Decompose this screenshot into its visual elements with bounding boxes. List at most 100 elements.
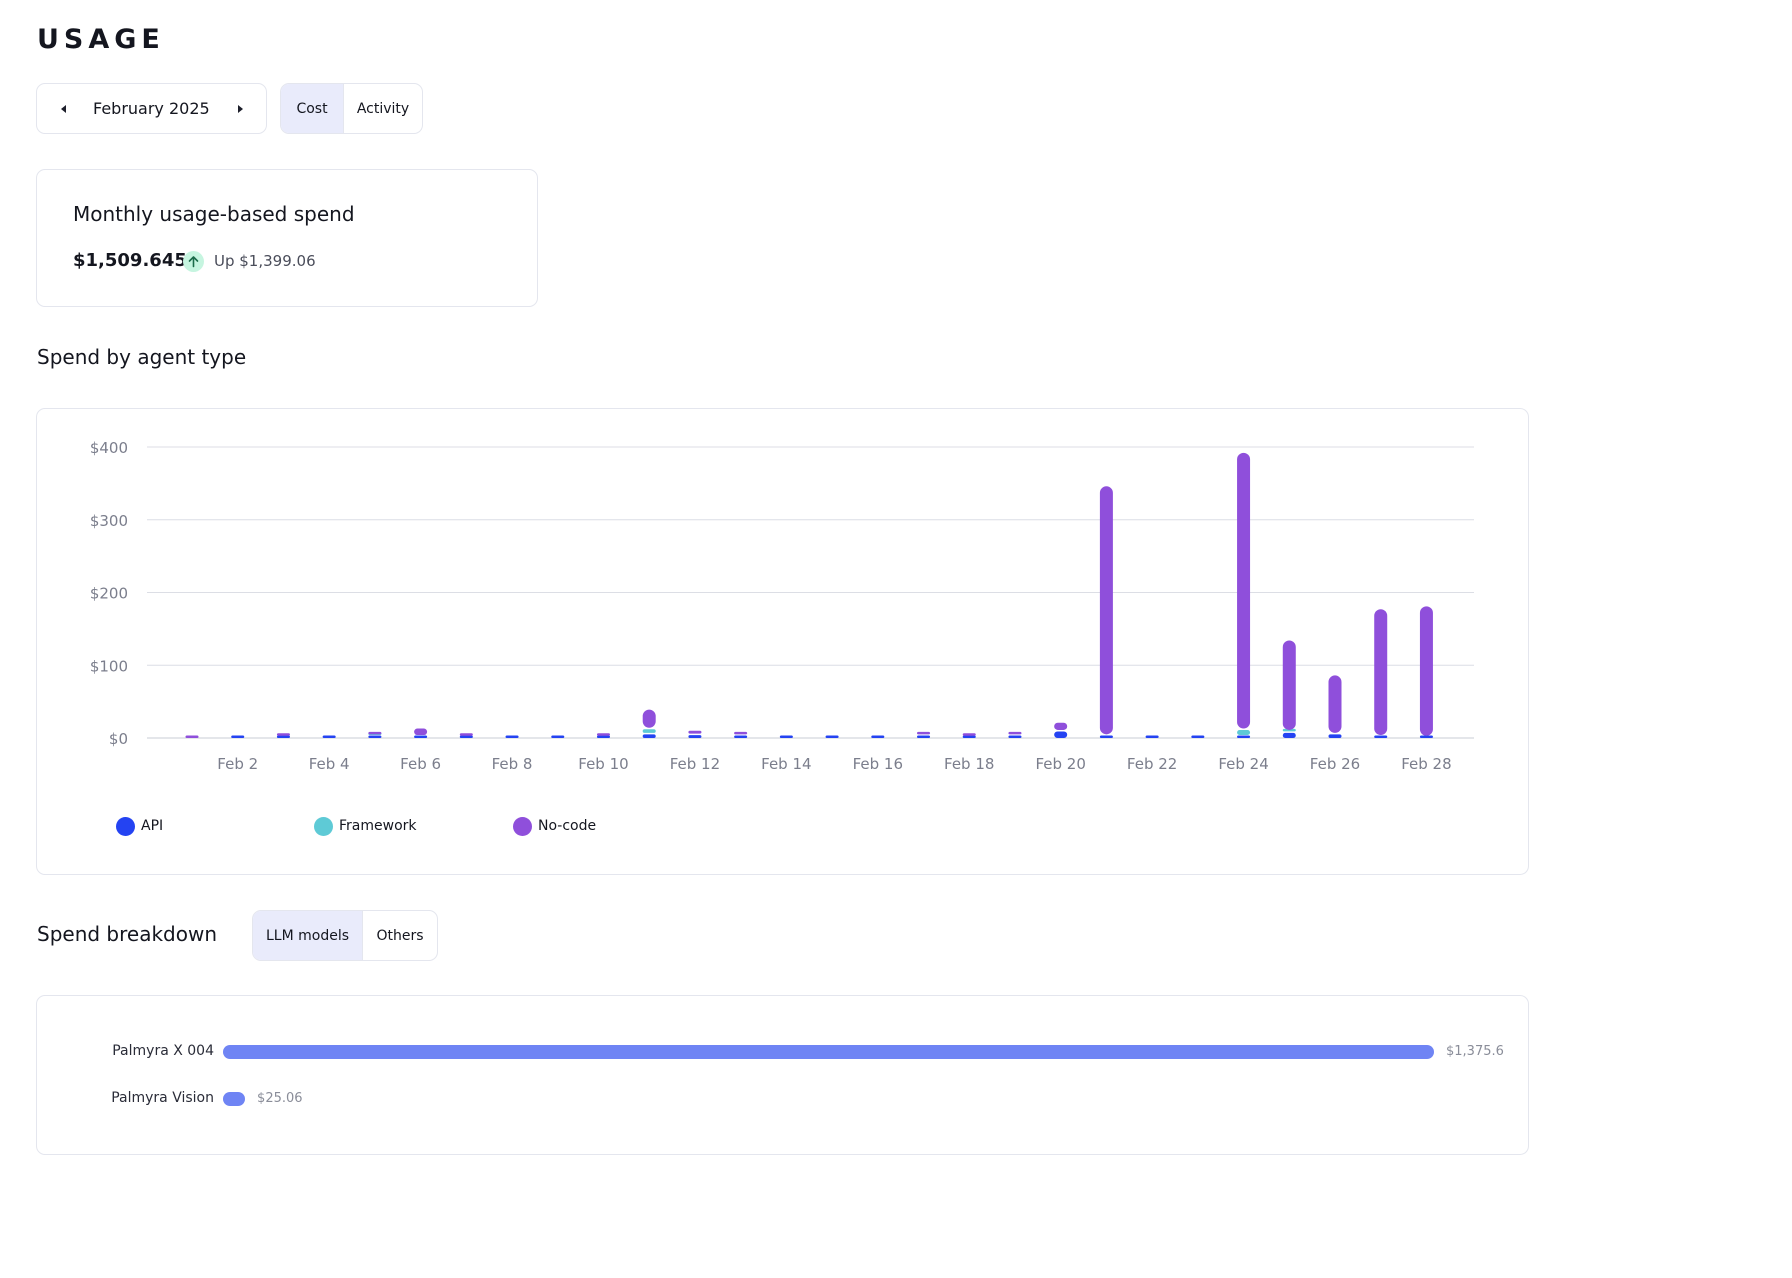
bar-segment — [642, 729, 656, 733]
model-value: $1,375.6 — [1446, 1044, 1504, 1059]
model-bar — [223, 1092, 246, 1106]
bar-segment — [917, 735, 931, 738]
y-tick-label: $400 — [90, 439, 128, 457]
model-value: $25.06 — [257, 1091, 303, 1106]
bar-segment — [1328, 675, 1342, 733]
activity-tab[interactable]: Activity — [343, 84, 422, 133]
bar-segment — [322, 735, 336, 738]
bar-segment — [917, 731, 931, 735]
x-tick-label: Feb 2 — [217, 755, 258, 773]
bar-segment — [642, 709, 656, 728]
spend-by-agent-chart: $0 $100 $200 $300 $400 Feb 2 Feb 4 Feb 6 Feb 8 Fe… — [90, 439, 1474, 773]
bar-segment — [368, 735, 382, 738]
bar-segment — [688, 735, 702, 738]
bar-segment — [1237, 452, 1251, 729]
legend-item-nocode[interactable]: No-code — [513, 816, 596, 836]
model-bar — [223, 1045, 1434, 1059]
bar-segment — [1282, 640, 1296, 730]
cost-tab[interactable]: Cost — [281, 84, 343, 133]
tab-others[interactable]: Others — [362, 911, 437, 960]
x-tick-label: Feb 6 — [400, 755, 441, 773]
spend-change: Up $1,399.06 — [214, 252, 316, 270]
view-toggle: Cost Activity — [280, 83, 423, 134]
arrow-up-icon — [183, 251, 204, 272]
bar-segment — [1374, 609, 1388, 736]
x-tick-label: Feb 10 — [578, 755, 628, 773]
page-title: USAGE — [37, 24, 165, 55]
legend-item-framework[interactable]: Framework — [314, 816, 417, 836]
bar-segment — [551, 735, 565, 738]
y-tick-label: $100 — [90, 657, 128, 675]
legend-label-api: API — [141, 818, 164, 834]
y-tick-label: $300 — [90, 512, 128, 530]
bar-segment — [1145, 735, 1159, 738]
bar-segment — [642, 734, 656, 738]
bar-segment — [231, 735, 245, 738]
bar-segment — [276, 733, 290, 736]
agent-chart-card: $0 $100 $200 $300 $400 Feb 2 Feb 4 Feb 6 Feb 8 Fe… — [36, 408, 1529, 875]
bar-segment — [276, 735, 290, 738]
x-tick-label: Feb 12 — [670, 755, 720, 773]
breakdown-section-title: Spend breakdown — [37, 922, 218, 946]
breakdown-toggle: LLM models Others — [252, 910, 438, 961]
bar-segment — [1191, 735, 1205, 738]
bar-segment — [1237, 729, 1251, 736]
tab-llm-models[interactable]: LLM models — [253, 911, 362, 960]
x-tick-label: Feb 14 — [761, 755, 811, 773]
x-tick-label: Feb 24 — [1218, 755, 1268, 773]
bar-segment — [1054, 731, 1068, 738]
x-tick-label: Feb 8 — [492, 755, 533, 773]
bar-segment — [1419, 606, 1433, 736]
caret-left-icon — [60, 104, 66, 113]
bar-segment — [414, 735, 428, 738]
bar-segment — [962, 733, 976, 736]
y-tick-label: $0 — [109, 730, 128, 748]
y-tick-label: $200 — [90, 585, 128, 603]
x-tick-label: Feb 22 — [1127, 755, 1177, 773]
bar-segment — [734, 735, 748, 738]
x-tick-label: Feb 20 — [1035, 755, 1085, 773]
bar-segment — [1054, 722, 1068, 730]
bar-segment — [1008, 735, 1022, 738]
bar-segment — [779, 735, 793, 738]
bar-segment — [1008, 731, 1022, 735]
x-tick-label: Feb 16 — [853, 755, 903, 773]
bar-segment — [962, 735, 976, 738]
bar-segment — [1099, 735, 1113, 738]
spend-amount: $1,509.645 — [73, 250, 187, 271]
caret-right-icon — [237, 104, 243, 113]
bar-segment — [688, 730, 702, 734]
spend-card-title: Monthly usage-based spend — [73, 202, 355, 226]
bar-segment — [596, 733, 610, 736]
bar-segment — [1374, 735, 1388, 738]
legend-item-api[interactable]: API — [116, 816, 163, 836]
next-month-button[interactable] — [220, 84, 260, 133]
bar-segment — [1282, 732, 1296, 738]
monthly-spend-card: Monthly usage-based spend $1,509.645 Up … — [36, 169, 538, 307]
bar-segment — [825, 735, 839, 738]
bar-segment — [871, 735, 885, 738]
bar-segment — [1237, 735, 1251, 738]
bar-segment — [185, 735, 199, 738]
bar-segment — [1419, 735, 1433, 738]
bar-segment — [368, 731, 382, 735]
bar-segment — [459, 735, 473, 738]
agent-section-title: Spend by agent type — [37, 345, 247, 369]
previous-month-button[interactable] — [43, 84, 83, 133]
month-label: February 2025 — [93, 99, 210, 118]
bar-segment — [414, 728, 428, 736]
x-tick-label: Feb 4 — [309, 755, 350, 773]
bar-segment — [459, 733, 473, 736]
x-tick-label: Feb 28 — [1401, 755, 1451, 773]
breakdown-card: Palmyra X 004 $1,375.6 Palmyra Vision $2… — [36, 995, 1529, 1155]
bar-segment — [596, 735, 610, 738]
legend-dot-nocode — [513, 816, 532, 836]
bar-segment — [505, 735, 519, 738]
bar-segment — [1099, 486, 1113, 735]
legend-label-nocode: No-code — [538, 818, 597, 834]
model-label: Palmyra X 004 — [112, 1043, 214, 1059]
month-picker: February 2025 — [36, 83, 267, 134]
legend-dot-api — [116, 816, 135, 836]
legend-label-framework: Framework — [339, 818, 417, 834]
x-tick-label: Feb 26 — [1310, 755, 1360, 773]
